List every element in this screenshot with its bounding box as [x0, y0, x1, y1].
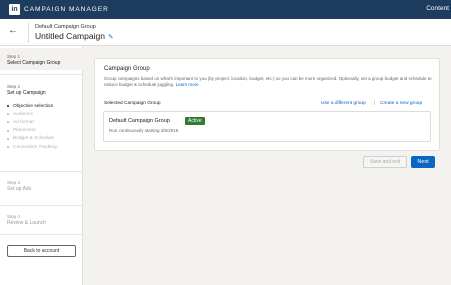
- sidebar-divider: [0, 234, 83, 235]
- steps-sidebar: Step 1 Select Campaign Group Step 2 Set …: [0, 46, 83, 285]
- substep-ad-format[interactable]: Ad format: [7, 118, 57, 126]
- bullet-icon: [7, 113, 9, 116]
- step-number: Step 2: [7, 84, 21, 89]
- step-title: Select Campaign Group: [7, 60, 61, 66]
- selected-group-name: Default Campaign Group: [109, 118, 170, 124]
- substep-conversion[interactable]: Conversion Tracking: [7, 143, 57, 151]
- card-description: Group campaigns based on what's importan…: [104, 76, 434, 88]
- step-number: Step 3: [7, 180, 21, 185]
- bullet-icon: [7, 137, 9, 140]
- save-and-exit-button[interactable]: Save and exit: [363, 156, 407, 168]
- substep-label: Budget & Schedule: [13, 136, 55, 142]
- substep-placement[interactable]: Placement: [7, 127, 57, 135]
- selected-group-card: Default Campaign Group Active Run contin…: [103, 111, 431, 142]
- step-3[interactable]: Step 3 Set up Ads: [7, 180, 31, 192]
- selected-group-subtitle: Run continuously starting 3/6/2019: [109, 128, 179, 133]
- create-new-group-link[interactable]: Create a new group: [380, 101, 422, 106]
- step-title: Set up Ads: [7, 186, 32, 192]
- learn-more-link[interactable]: Learn more: [176, 82, 199, 87]
- step-title: Set up Campaign: [7, 90, 46, 96]
- top-nav-bar: in CAMPAIGN MANAGER Content: [0, 0, 451, 19]
- step-4[interactable]: Step 4 Review & Launch: [7, 214, 46, 226]
- substep-list: Objective selection Audience Ad format P…: [7, 102, 57, 151]
- selected-group-label: Selected Campaign Group: [104, 101, 161, 106]
- card-title: Campaign Group: [104, 66, 150, 72]
- bullet-icon: [7, 129, 9, 132]
- substep-label: Objective selection: [13, 103, 54, 109]
- use-different-group-link[interactable]: Use a different group: [321, 101, 366, 106]
- bullet-icon: [7, 105, 9, 108]
- substep-label: Ad format: [13, 119, 34, 125]
- bullet-icon: [7, 146, 9, 149]
- pencil-icon[interactable]: ✎: [108, 33, 113, 41]
- step-number: Step 1: [7, 54, 21, 59]
- step-title: Review & Launch: [7, 220, 46, 226]
- substep-label: Placement: [13, 128, 36, 134]
- back-to-account-button[interactable]: Back to account: [7, 245, 76, 257]
- link-separator: |: [374, 101, 376, 106]
- substep-objective[interactable]: Objective selection: [7, 102, 57, 110]
- step-1[interactable]: Step 1 Select Campaign Group: [7, 54, 60, 66]
- substep-label: Audience: [13, 111, 34, 117]
- sidebar-divider: [0, 205, 83, 206]
- sidebar-divider: [0, 74, 83, 75]
- campaign-header: ← Default Campaign Group Untitled Campai…: [0, 19, 451, 46]
- campaign-title: Untitled Campaign: [35, 31, 105, 41]
- next-button[interactable]: Next: [411, 156, 435, 168]
- step-2[interactable]: Step 2 Set up Campaign: [7, 84, 46, 96]
- header-divider: [28, 22, 29, 43]
- bullet-icon: [7, 121, 9, 124]
- campaign-group-name: Default Campaign Group: [35, 24, 96, 30]
- status-badge: Active: [185, 117, 205, 125]
- back-arrow-icon[interactable]: ←: [8, 25, 18, 36]
- description-text: Group campaigns based on what's importan…: [104, 76, 432, 88]
- step-number: Step 4: [7, 214, 21, 219]
- content-menu[interactable]: Content: [426, 5, 449, 12]
- campaign-group-card: Campaign Group Group campaigns based on …: [94, 58, 440, 151]
- substep-audience[interactable]: Audience: [7, 110, 57, 118]
- substep-label: Conversion Tracking: [13, 144, 57, 150]
- sidebar-divider: [0, 171, 83, 172]
- app-brand[interactable]: CAMPAIGN MANAGER: [24, 6, 109, 13]
- linkedin-logo-icon[interactable]: in: [9, 4, 20, 15]
- substep-budget[interactable]: Budget & Schedule: [7, 135, 57, 143]
